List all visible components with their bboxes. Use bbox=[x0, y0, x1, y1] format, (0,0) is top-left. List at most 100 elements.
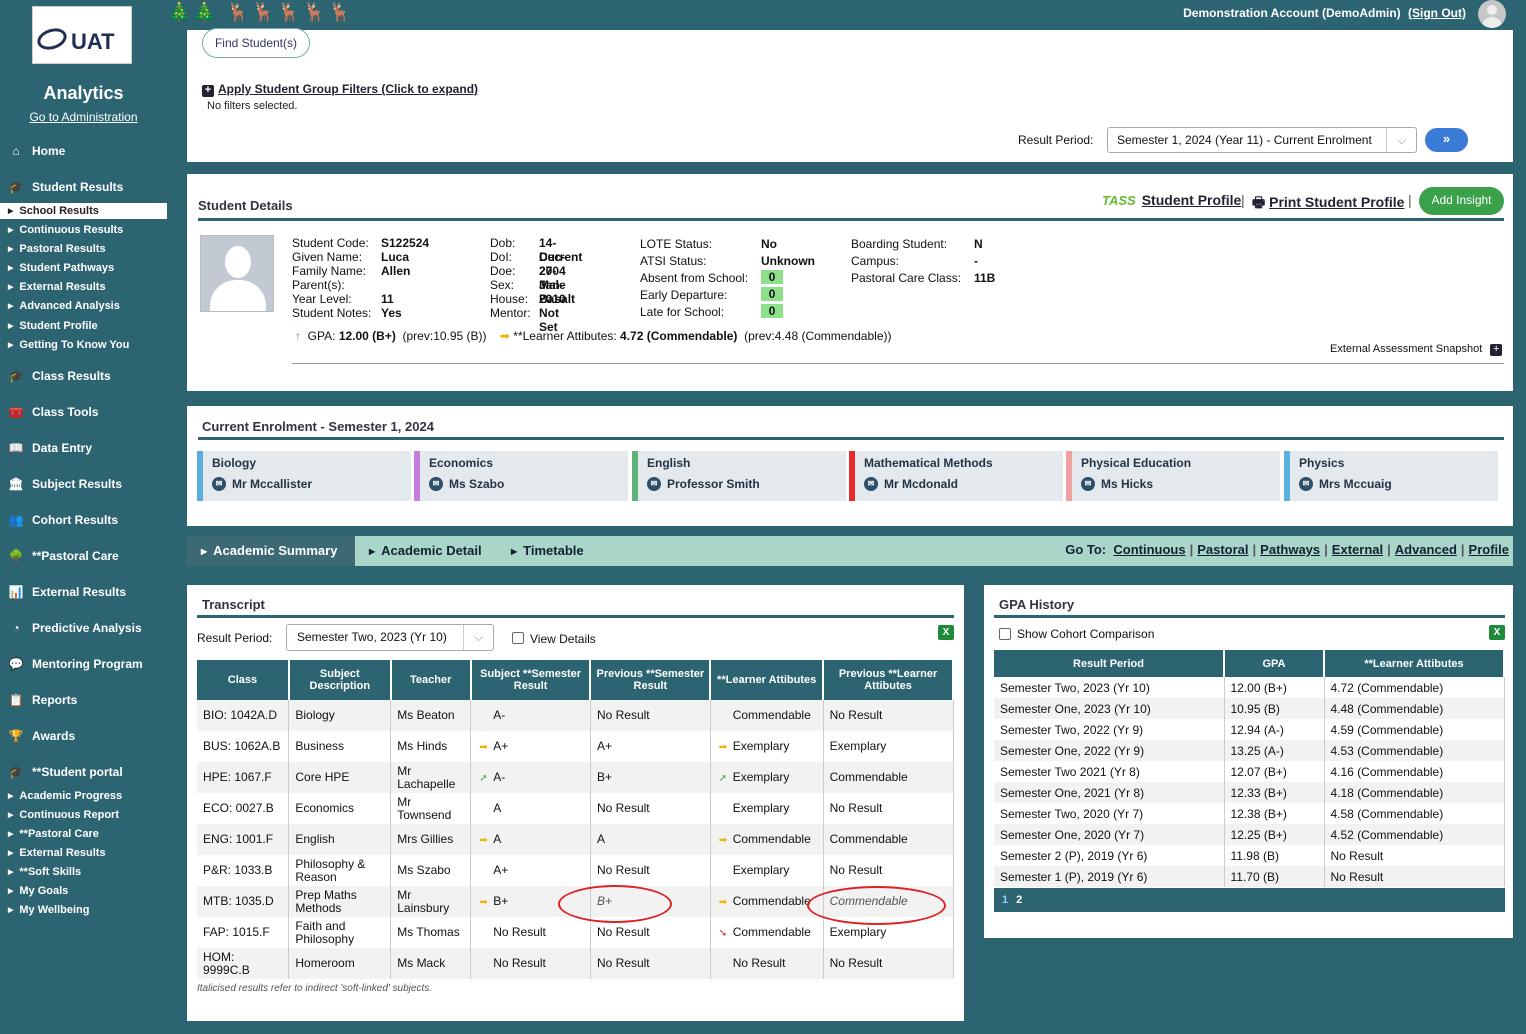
subject-card-biology[interactable]: Biology ✉ Mr Mccallister bbox=[197, 451, 411, 501]
tab-timetable[interactable]: Timetable bbox=[497, 536, 583, 566]
sidebar-item-mentoring-program[interactable]: 💬 Mentoring Program bbox=[6, 653, 166, 675]
subject-teacher[interactable]: ✉ Mr Mccallister bbox=[212, 477, 312, 491]
tab-academic-detail[interactable]: Academic Detail bbox=[355, 536, 481, 566]
sidebar-item-subject-results[interactable]: 🏛 Subject Results bbox=[6, 473, 166, 495]
goto-pathways-link[interactable]: Pathways bbox=[1260, 542, 1320, 557]
sidebar-item-student-results[interactable]: 🎓 Student Results bbox=[6, 176, 166, 198]
goto-profile-link[interactable]: Profile bbox=[1469, 542, 1509, 557]
sidebar-subitem-portal-academic-progress[interactable]: Academic Progress bbox=[8, 788, 166, 804]
detail-campus: Campus: - bbox=[851, 254, 978, 268]
trend-arrow-icon: ➡ bbox=[479, 896, 488, 908]
table-row: Semester Two, 2022 (Yr 9) 12.94 (A-) 4.59 … bbox=[994, 719, 1505, 740]
table-row: Semester Two, 2020 (Yr 7) 12.38 (B+) 4.58 … bbox=[994, 803, 1505, 824]
excel-export-icon[interactable]: X bbox=[1489, 625, 1505, 640]
result-value: A bbox=[493, 831, 502, 846]
sidebar-item-cohort-results[interactable]: 👥 Cohort Results bbox=[6, 509, 166, 531]
cell-prev-result: No Result bbox=[590, 793, 711, 824]
sidebar-subitem-external-results[interactable]: External Results bbox=[8, 279, 166, 295]
subject-teacher[interactable]: ✉ Ms Szabo bbox=[429, 477, 504, 491]
sidebar-subitem-portal-my-wellbeing[interactable]: My Wellbeing bbox=[8, 902, 166, 918]
excel-export-icon[interactable]: X bbox=[938, 625, 954, 640]
goto-pastoral-link[interactable]: Pastoral bbox=[1197, 542, 1248, 557]
transcript-note: Italicised results refer to indirect 'so… bbox=[197, 983, 433, 994]
page-2-link[interactable]: 2 bbox=[1016, 894, 1022, 906]
sidebar-subitem-student-profile[interactable]: Student Profile bbox=[8, 318, 166, 334]
subject-card-english[interactable]: English ✉ Professor Smith bbox=[632, 451, 846, 501]
divider bbox=[197, 615, 954, 618]
tab-academic-summary[interactable]: Academic Summary bbox=[187, 536, 355, 566]
page-1-link[interactable]: 1 bbox=[1002, 894, 1008, 906]
sidebar-item-awards[interactable]: 🏆 Awards bbox=[6, 725, 166, 747]
teacher-name: Mr Mcdonald bbox=[884, 477, 958, 491]
subject-card-physical-education[interactable]: Physical Education ✉ Ms Hicks bbox=[1066, 451, 1280, 501]
student-profile-link[interactable]: TASS Student Profile bbox=[1102, 192, 1241, 208]
cell-result: No Result bbox=[470, 917, 591, 948]
cell-learner-attributes: 4.53 (Commendable) bbox=[1324, 740, 1505, 761]
cell-period: Semester One, 2023 (Yr 10) bbox=[994, 698, 1225, 719]
sidebar-subitem-advanced-analysis[interactable]: Advanced Analysis bbox=[8, 298, 166, 314]
go-to-administration-link[interactable]: Go to Administration bbox=[0, 110, 167, 124]
table-row: BUS: 1062A.B Business Ms Hinds ➡ A+ A+ ➡ Exempl… bbox=[197, 731, 954, 762]
external-assessment-snapshot-link[interactable]: External Assessment Snapshot + bbox=[1330, 343, 1503, 356]
sidebar-subitem-portal-external-results[interactable]: External Results bbox=[8, 845, 166, 861]
detail-value: Current bbox=[539, 250, 583, 264]
add-insight-button[interactable]: Add Insight bbox=[1419, 187, 1504, 215]
detail-value: - bbox=[974, 254, 978, 268]
result-value: No Result bbox=[493, 925, 546, 939]
sidebar-item-external-results[interactable]: 📊 External Results bbox=[6, 581, 166, 603]
detail-value: No bbox=[761, 237, 777, 251]
sidebar-subitem-school-results[interactable]: School Results bbox=[0, 203, 167, 219]
subject-teacher[interactable]: ✉ Ms Hicks bbox=[1081, 477, 1153, 491]
cell-cls: MTB: 1035.D bbox=[197, 886, 290, 917]
envelope-icon: ✉ bbox=[1299, 477, 1313, 491]
cell-desc: Business bbox=[288, 731, 392, 762]
sidebar-subitem-portal-my-goals[interactable]: My Goals bbox=[8, 883, 166, 899]
sidebar-item-data-entry[interactable]: 📖 Data Entry bbox=[6, 437, 166, 459]
subject-card-physics[interactable]: Physics ✉ Mrs Mccuaig bbox=[1284, 451, 1498, 501]
print-student-profile-link[interactable]: 🖶 Print Student Profile bbox=[1252, 192, 1404, 216]
result-period-select[interactable]: Semester 1, 2024 (Year 11) - Current Enr… bbox=[1107, 127, 1417, 153]
gpa-history-panel: GPA History Show Cohort Comparison X Res… bbox=[984, 585, 1513, 938]
result-value: A- bbox=[493, 708, 506, 722]
sidebar-item-predictive-analysis[interactable]: ◔ Predictive Analysis bbox=[6, 617, 166, 639]
view-details-checkbox[interactable] bbox=[512, 632, 524, 644]
subject-teacher[interactable]: ✉ Mrs Mccuaig bbox=[1299, 477, 1392, 491]
subject-teacher[interactable]: ✉ Mr Mcdonald bbox=[864, 477, 958, 491]
cell-learner-attributes: No Result bbox=[710, 948, 824, 979]
sidebar-subitem-portal-pastoral-care[interactable]: **Pastoral Care bbox=[8, 826, 166, 842]
sidebar-subitem-pastoral-results[interactable]: Pastoral Results bbox=[8, 241, 166, 257]
sidebar-item-class-results[interactable]: 🎓 Class Results bbox=[6, 365, 166, 387]
subject-card-economics[interactable]: Economics ✉ Ms Szabo bbox=[414, 451, 628, 501]
apply-filters-link[interactable]: + Apply Student Group Filters (Click to e… bbox=[202, 82, 478, 97]
sidebar-subitem-student-pathways[interactable]: Student Pathways bbox=[8, 260, 166, 276]
cell-gpa: 13.25 (A-) bbox=[1224, 740, 1325, 761]
sidebar-subitem-getting-to-know-you[interactable]: Getting To Know You bbox=[8, 337, 166, 353]
subject-card-mathematical-methods[interactable]: Mathematical Methods ✉ Mr Mcdonald bbox=[849, 451, 1063, 501]
goto-continuous-link[interactable]: Continuous bbox=[1113, 542, 1185, 557]
cohort-comparison-checkbox[interactable] bbox=[999, 628, 1011, 640]
result-period-go-button[interactable]: » bbox=[1425, 128, 1468, 152]
logo-text: UAT bbox=[71, 29, 115, 54]
sidebar-item-pastoral-care[interactable]: 🌳 **Pastoral Care bbox=[6, 545, 166, 567]
envelope-icon: ✉ bbox=[647, 477, 661, 491]
sidebar-subitem-portal-soft-skills[interactable]: **Soft Skills bbox=[8, 864, 166, 880]
goto-external-link[interactable]: External bbox=[1332, 542, 1383, 557]
user-avatar[interactable] bbox=[1478, 0, 1506, 28]
current-enrolment-panel: Current Enrolment - Semester 1, 2024 Bio… bbox=[187, 406, 1513, 526]
sidebar-item-home[interactable]: ⌂ Home bbox=[6, 140, 166, 162]
find-students-button[interactable]: Find Student(s) bbox=[202, 28, 310, 58]
sign-out-link[interactable]: (Sign Out) bbox=[1408, 6, 1466, 20]
cell-learner-attributes: ➡ Commendable bbox=[710, 886, 824, 917]
sidebar-subitem-portal-continuous-report[interactable]: Continuous Report bbox=[8, 807, 166, 823]
sidebar-item-student-portal[interactable]: 🎓 **Student portal bbox=[6, 761, 166, 783]
subject-teacher[interactable]: ✉ Professor Smith bbox=[647, 477, 760, 491]
cell-learner-attributes: No Result bbox=[1324, 866, 1505, 887]
uat-logo[interactable]: UAT bbox=[32, 6, 132, 64]
sidebar-item-reports[interactable]: 📋 Reports bbox=[6, 689, 166, 711]
detail-key: Student Code: bbox=[292, 236, 369, 250]
goto-advanced-link[interactable]: Advanced bbox=[1395, 542, 1457, 557]
subject-name: Economics bbox=[429, 456, 494, 470]
sidebar-item-class-tools[interactable]: 🧰 Class Tools bbox=[6, 401, 166, 423]
sidebar-subitem-continuous-results[interactable]: Continuous Results bbox=[8, 222, 166, 238]
transcript-result-period-select[interactable]: Semester Two, 2023 (Yr 10) ⌵ bbox=[286, 624, 494, 651]
